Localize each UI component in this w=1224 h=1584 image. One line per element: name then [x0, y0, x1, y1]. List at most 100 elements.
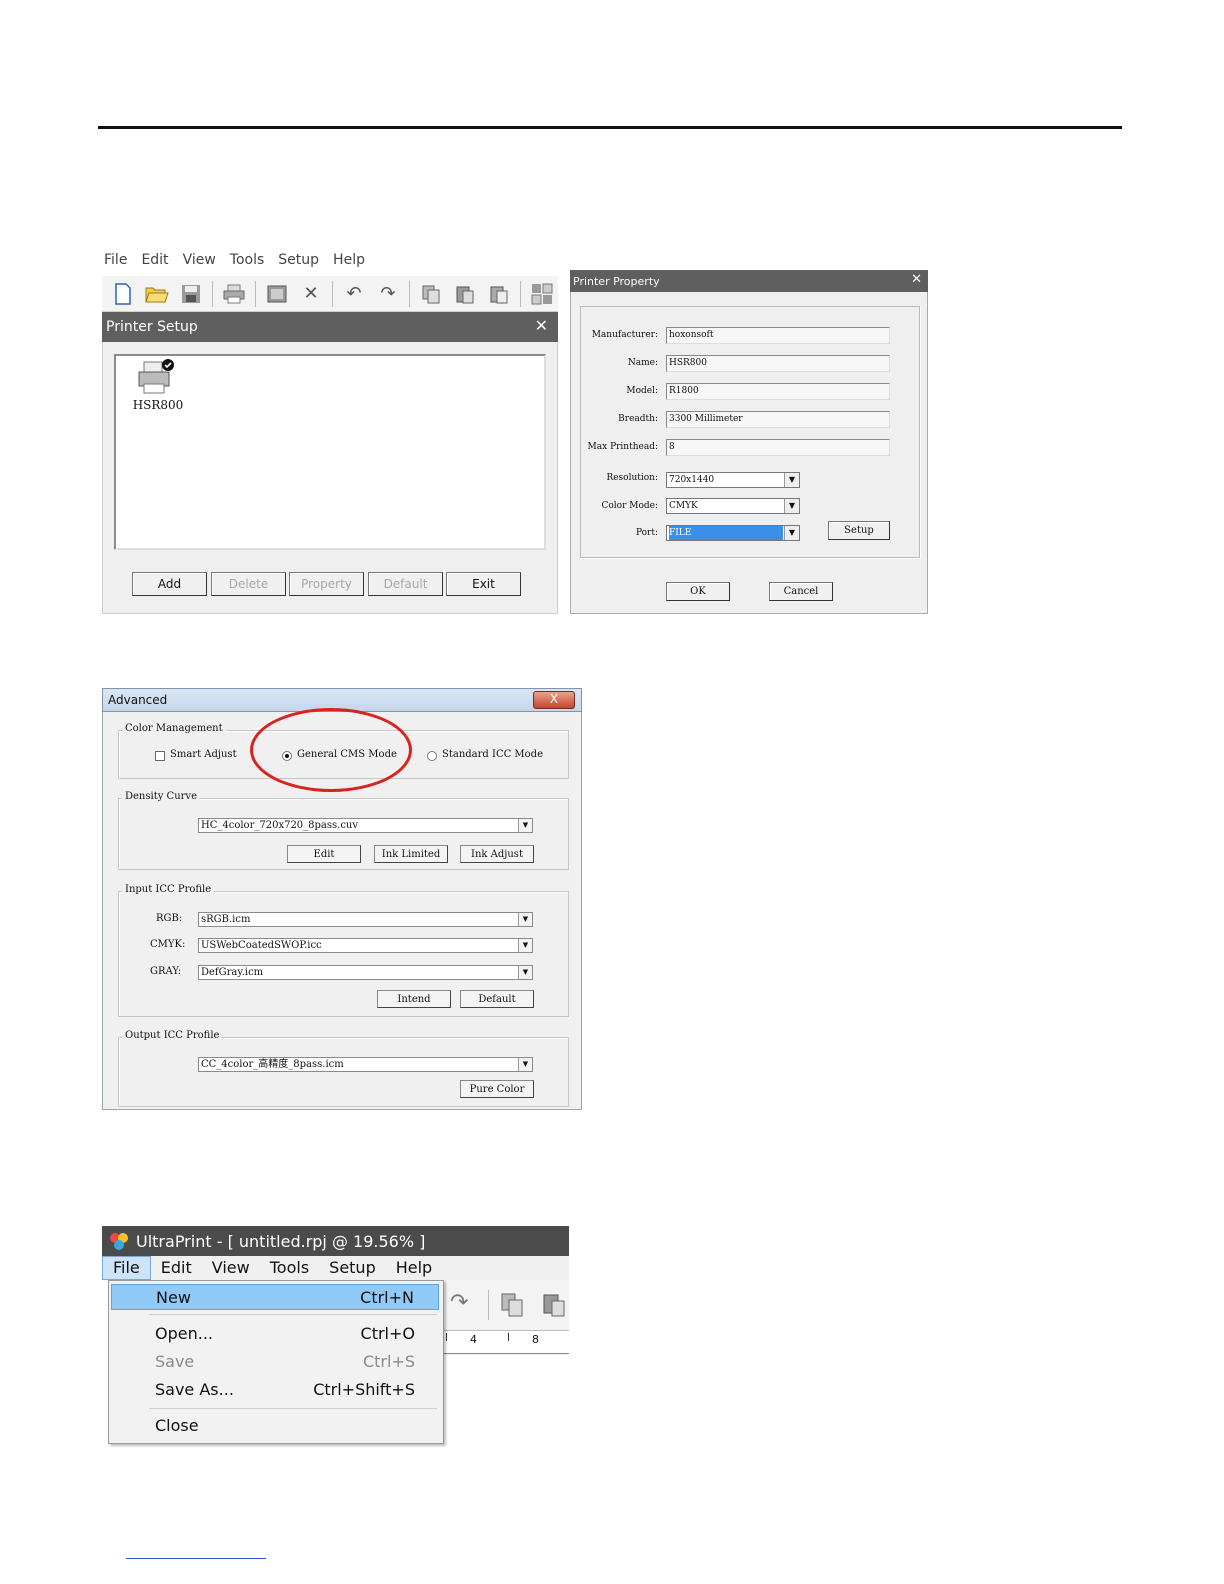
copy-icon[interactable] [500, 1292, 524, 1318]
max-printhead-label: Max Printhead: [587, 442, 658, 452]
breadth-field: 3300 Millimeter [666, 411, 890, 428]
model-label: Model: [626, 386, 658, 396]
ultraprint-logo-icon [110, 1233, 128, 1250]
resolution-label: Resolution: [606, 473, 658, 483]
port-label: Port: [635, 528, 658, 538]
intend-button[interactable]: Intend [377, 990, 451, 1008]
menu-item-shortcut: Ctrl+O [360, 1324, 415, 1343]
menu-help[interactable]: Help [386, 1256, 442, 1280]
toolbar-separator [409, 280, 410, 307]
density-curve-select[interactable]: HC_4color_720x720_8pass.cuv ▼ [198, 818, 533, 833]
ink-adjust-button[interactable]: Ink Adjust [460, 845, 534, 863]
menu-setup[interactable]: Setup [319, 1256, 386, 1280]
standard-icc-radio[interactable] [427, 751, 437, 761]
chevron-down-icon[interactable]: ▼ [518, 913, 532, 926]
redo-icon[interactable]: ↷ [450, 1290, 468, 1315]
name-field: HSR800 [666, 355, 890, 372]
printer-setup-title: Printer Setup [106, 319, 198, 335]
menu-item-close[interactable]: Close [111, 1413, 439, 1439]
image-icon[interactable] [262, 280, 292, 308]
menu-tools[interactable]: Tools [260, 1256, 319, 1280]
cancel-button[interactable]: Cancel [769, 582, 833, 601]
delete-x-icon[interactable]: ✕ [296, 280, 326, 308]
color-mode-select[interactable]: CMYK ▼ [666, 498, 800, 514]
close-icon[interactable]: ✕ [535, 316, 548, 335]
chevron-down-icon[interactable]: ▼ [518, 966, 532, 979]
cmyk-label: CMYK: [150, 939, 186, 950]
edit-button[interactable]: Edit [287, 845, 361, 863]
property-button[interactable]: Property [289, 572, 364, 596]
file-menu-dropdown: New Ctrl+N Open... Ctrl+O Save Ctrl+S Sa… [108, 1280, 444, 1444]
chevron-down-icon[interactable]: ▼ [518, 1058, 532, 1071]
menu-view[interactable]: View [183, 252, 216, 274]
color-mode-label: Color Mode: [601, 501, 658, 511]
delete-button[interactable]: Delete [211, 572, 286, 596]
menu-item-open[interactable]: Open... Ctrl+O [111, 1321, 439, 1347]
new-file-icon[interactable] [108, 280, 138, 308]
ink-limited-button[interactable]: Ink Limited [374, 845, 448, 863]
paste-icon[interactable] [542, 1292, 566, 1318]
chevron-down-icon[interactable]: ▼ [784, 499, 799, 513]
print-icon[interactable] [219, 280, 249, 308]
resolution-select[interactable]: 720x1440 ▼ [666, 472, 800, 488]
main-menubar: File Edit View Tools Setup Help [102, 252, 558, 274]
close-icon[interactable]: X [533, 691, 575, 709]
port-select[interactable]: FILE ▼ [666, 525, 800, 541]
printer-name-label: HSR800 [132, 398, 184, 412]
toolbar-separator [255, 280, 256, 307]
paste-special-icon[interactable] [484, 280, 514, 308]
ok-button[interactable]: OK [666, 582, 730, 601]
add-button[interactable]: Add [132, 572, 207, 596]
toolbar-separator [212, 280, 213, 307]
menu-edit[interactable]: Edit [141, 252, 168, 274]
chevron-down-icon[interactable]: ▼ [784, 473, 799, 487]
rgb-profile-value: sRGB.icm [201, 914, 251, 925]
layout-grid-icon[interactable] [527, 280, 557, 308]
chevron-down-icon[interactable]: ▼ [784, 526, 799, 540]
menu-item-label: Close [155, 1416, 199, 1435]
exit-button[interactable]: Exit [446, 572, 521, 596]
menu-setup[interactable]: Setup [278, 252, 319, 274]
advanced-title: Advanced [108, 693, 168, 707]
redo-icon[interactable]: ↷ [373, 280, 403, 308]
manufacturer-label: Manufacturer: [591, 330, 658, 340]
gray-profile-select[interactable]: DefGray.icm ▼ [198, 965, 533, 980]
toolbar-separator [488, 1290, 489, 1320]
printer-list[interactable] [114, 354, 546, 550]
output-profile-select[interactable]: CC_4color_高精度_8pass.icm ▼ [198, 1057, 533, 1072]
ruler-tick [446, 1333, 447, 1341]
menu-view[interactable]: View [202, 1256, 260, 1280]
menu-edit[interactable]: Edit [151, 1256, 202, 1280]
menu-file[interactable]: File [102, 1256, 151, 1280]
chevron-down-icon[interactable]: ▼ [518, 819, 532, 832]
menu-item-shortcut: Ctrl+Shift+S [313, 1380, 415, 1399]
default-button[interactable]: Default [368, 572, 443, 596]
max-printhead-field: 8 [666, 439, 890, 456]
cmyk-profile-select[interactable]: USWebCoatedSWOP.icc ▼ [198, 938, 533, 953]
default-profile-button[interactable]: Default [460, 990, 534, 1008]
printer-icon[interactable] [136, 358, 176, 396]
undo-icon[interactable]: ↶ [339, 280, 369, 308]
output-icc-caption: Output ICC Profile [122, 1030, 223, 1041]
chevron-down-icon[interactable]: ▼ [518, 939, 532, 952]
color-mode-value: CMYK [669, 501, 698, 511]
menu-help[interactable]: Help [333, 252, 365, 274]
paste-icon[interactable] [450, 280, 480, 308]
smart-adjust-checkbox[interactable] [155, 751, 165, 761]
input-icc-caption: Input ICC Profile [122, 884, 215, 895]
manufacturer-field: hoxonsoft [666, 327, 890, 344]
setup-button[interactable]: Setup [828, 521, 890, 540]
menu-item-save[interactable]: Save Ctrl+S [111, 1349, 439, 1375]
menu-file[interactable]: File [104, 252, 127, 274]
menu-item-new[interactable]: New Ctrl+N [111, 1284, 439, 1310]
density-curve-value: HC_4color_720x720_8pass.cuv [201, 820, 359, 831]
gray-profile-value: DefGray.icm [201, 967, 264, 978]
pure-color-button[interactable]: Pure Color [460, 1080, 534, 1098]
menu-item-save-as[interactable]: Save As... Ctrl+Shift+S [111, 1377, 439, 1403]
copy-icon[interactable] [416, 280, 446, 308]
save-disk-icon[interactable] [176, 280, 206, 308]
close-icon[interactable]: ✕ [911, 272, 922, 287]
rgb-profile-select[interactable]: sRGB.icm ▼ [198, 912, 533, 927]
open-folder-icon[interactable] [142, 280, 172, 308]
menu-tools[interactable]: Tools [230, 252, 265, 274]
